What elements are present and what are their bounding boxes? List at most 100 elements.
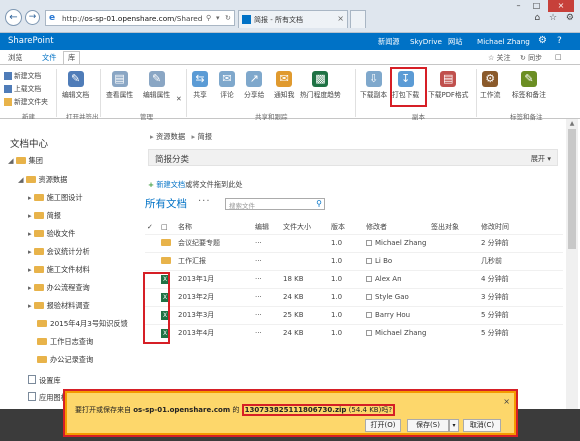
scroll-thumb[interactable]	[568, 129, 576, 249]
select-all-checkbox[interactable]: ✓	[145, 220, 159, 234]
nav-item-acceptance[interactable]: ▸ 验收文件	[28, 229, 75, 239]
new-tab[interactable]	[350, 10, 366, 28]
follow-button[interactable]: ☆ 关注	[488, 53, 511, 63]
open-button[interactable]: 打开(O)	[365, 419, 401, 432]
nav-item-office-records[interactable]: 办公记录查询	[37, 355, 93, 365]
tab-active[interactable]: 简报 - 所有文档 ×	[238, 10, 348, 28]
row-modified-by[interactable]: Style Gao	[364, 288, 429, 306]
column-modified[interactable]: 修改时间	[479, 220, 563, 234]
row-modified-by[interactable]: Barry Hou	[364, 306, 429, 324]
row-menu-icon[interactable]: ···	[253, 306, 281, 324]
back-button[interactable]: ←	[5, 9, 22, 26]
download-copy-button[interactable]: ⇩ 下载副本	[360, 71, 387, 99]
save-button[interactable]: 保存(S)	[407, 419, 449, 432]
column-size[interactable]: 文件大小	[281, 220, 329, 234]
table-row[interactable]: X 2013年4月 ··· 24 KB 1.0 Michael Zhang 5 …	[145, 324, 563, 342]
nav-item-briefing[interactable]: ▸ 简报	[28, 211, 61, 221]
sync-button[interactable]: ↻ 同步	[520, 53, 542, 63]
dropdown-icon[interactable]: ▾	[216, 14, 220, 22]
row-checkbox[interactable]	[145, 252, 159, 270]
breadcrumb-briefing[interactable]: 简报	[198, 132, 213, 141]
suite-link-newsfeed[interactable]: 新闻源	[378, 37, 400, 47]
tab-browse[interactable]: 浏览	[4, 52, 26, 64]
notification-close-icon[interactable]: ×	[503, 397, 510, 406]
nav-title[interactable]: 文档中心	[10, 136, 48, 150]
address-bar[interactable]: e http://os-sp-01.openshare.com/Shared%2…	[45, 10, 235, 26]
nav-item-knowledge-feedback[interactable]: 2015年4月3号知识反馈	[37, 319, 128, 329]
focus-icon[interactable]: □	[555, 53, 562, 61]
nav-item-group[interactable]: ◢ 集团	[8, 156, 43, 166]
home-icon[interactable]: ⌂	[534, 13, 540, 23]
view-properties-button[interactable]: ▤ 查看属性	[106, 71, 133, 99]
save-dropdown-icon[interactable]: ▾	[449, 419, 459, 432]
share-button[interactable]: ⇆ 共享	[192, 71, 208, 99]
row-modified-by[interactable]: Alex An	[364, 270, 429, 288]
sharepoint-brand[interactable]: SharePoint	[8, 36, 54, 46]
column-checked-out[interactable]: 签出对象	[429, 220, 479, 234]
tab-close-icon[interactable]: ×	[337, 14, 344, 23]
view-title-all-documents[interactable]: 所有文档	[145, 196, 187, 211]
category-bar[interactable]: 简报分类 展开 ▾	[148, 149, 558, 166]
row-name[interactable]: 会议纪要专题	[176, 234, 253, 252]
breadcrumb-resource-data[interactable]: 资源数据	[156, 132, 185, 141]
tab-library[interactable]: 库	[63, 51, 81, 65]
nav-item-construction-design[interactable]: ▸ 施工图设计	[28, 193, 83, 203]
nav-item-resource-data[interactable]: ◢ 资源数据	[18, 175, 67, 185]
row-menu-icon[interactable]: ···	[253, 234, 281, 252]
refresh-icon[interactable]: ↻	[225, 14, 231, 22]
row-modified-by[interactable]: Li Bo	[364, 252, 429, 270]
edit-properties-button[interactable]: ✎ 编辑属性	[143, 71, 170, 99]
new-document-button[interactable]: 新建文档	[4, 70, 41, 80]
column-version[interactable]: 版本	[329, 220, 364, 234]
table-row[interactable]: X 2013年2月 ··· 24 KB 1.0 Style Gao 3 分钟前	[145, 288, 563, 306]
table-row[interactable]: 工作汇报 ··· 1.0 Li Bo 几秒前	[145, 252, 563, 270]
search-icon[interactable]: ⚲	[206, 14, 211, 22]
alert-me-button[interactable]: ✉ 通知我	[274, 71, 294, 99]
help-icon[interactable]: ?	[557, 36, 562, 46]
view-more-icon[interactable]: ···	[198, 196, 211, 207]
nav-item-meeting-stats[interactable]: ▸ 会议统计分析	[28, 247, 90, 257]
comment-button[interactable]: ✉ 评论	[219, 71, 235, 99]
row-name[interactable]: 2013年3月	[176, 306, 253, 324]
close-window-button[interactable]: ×	[548, 0, 574, 12]
row-name[interactable]: 工作汇报	[176, 252, 253, 270]
suite-link-sites[interactable]: 网站	[448, 37, 462, 47]
row-menu-icon[interactable]: ···	[253, 288, 281, 306]
suite-link-skydrive[interactable]: SkyDrive	[410, 37, 442, 46]
column-name[interactable]: 名称	[176, 220, 253, 234]
forward-button[interactable]: →	[25, 10, 40, 25]
expand-button[interactable]: 展开 ▾	[531, 154, 551, 164]
user-menu[interactable]: Michael Zhang	[477, 37, 530, 46]
nav-item-work-log[interactable]: 工作日志查询	[37, 337, 93, 347]
settings-gear-icon[interactable]: ⚙	[566, 13, 574, 23]
pdf-download-button[interactable]: ▤ 下载PDF格式	[428, 71, 468, 99]
workflow-button[interactable]: ⚙ 工作流	[480, 71, 500, 99]
row-menu-icon[interactable]: ···	[253, 270, 281, 288]
row-name[interactable]: 2013年1月	[176, 270, 253, 288]
vertical-scrollbar[interactable]: ▲	[566, 119, 578, 411]
tab-files[interactable]: 文件	[38, 52, 60, 64]
row-name[interactable]: 2013年4月	[176, 324, 253, 342]
row-menu-icon[interactable]: ···	[253, 252, 281, 270]
nav-item-construction-files[interactable]: ▸ 施工文件材料	[28, 265, 90, 275]
minimize-button[interactable]: –	[510, 0, 527, 12]
new-folder-button[interactable]: 新建文件夹	[4, 96, 48, 106]
upload-document-button[interactable]: 上载文档	[4, 83, 41, 93]
search-input[interactable]: 搜索文件 ⚲	[225, 198, 325, 210]
popularity-trends-button[interactable]: ▩ 热门程度趋势	[300, 71, 341, 99]
table-row[interactable]: X 2013年1月 ··· 18 KB 1.0 Alex An 4 分钟前	[145, 270, 563, 288]
delete-icon[interactable]: ✕	[176, 95, 182, 103]
search-icon[interactable]: ⚲	[316, 199, 322, 208]
share-with-button[interactable]: ↗ 分享给	[244, 71, 264, 99]
row-checkbox[interactable]	[145, 234, 159, 252]
new-document-link[interactable]: 新建文档	[156, 180, 185, 189]
nav-item-office-process[interactable]: ▸ 办公流程查询	[28, 283, 90, 293]
nav-item-images[interactable]: ▸ 图像	[28, 401, 48, 411]
edit-document-button[interactable]: ✎ 编辑文档	[62, 71, 89, 99]
column-edit[interactable]: 编辑	[253, 220, 281, 234]
table-row[interactable]: X 2013年3月 ··· 25 KB 1.0 Barry Hou 5 分钟前	[145, 306, 563, 324]
row-menu-icon[interactable]: ···	[253, 324, 281, 342]
settings-gear-icon[interactable]: ⚙	[538, 35, 547, 46]
cancel-button[interactable]: 取消(C)	[463, 419, 501, 432]
scroll-up-icon[interactable]: ▲	[566, 120, 578, 127]
